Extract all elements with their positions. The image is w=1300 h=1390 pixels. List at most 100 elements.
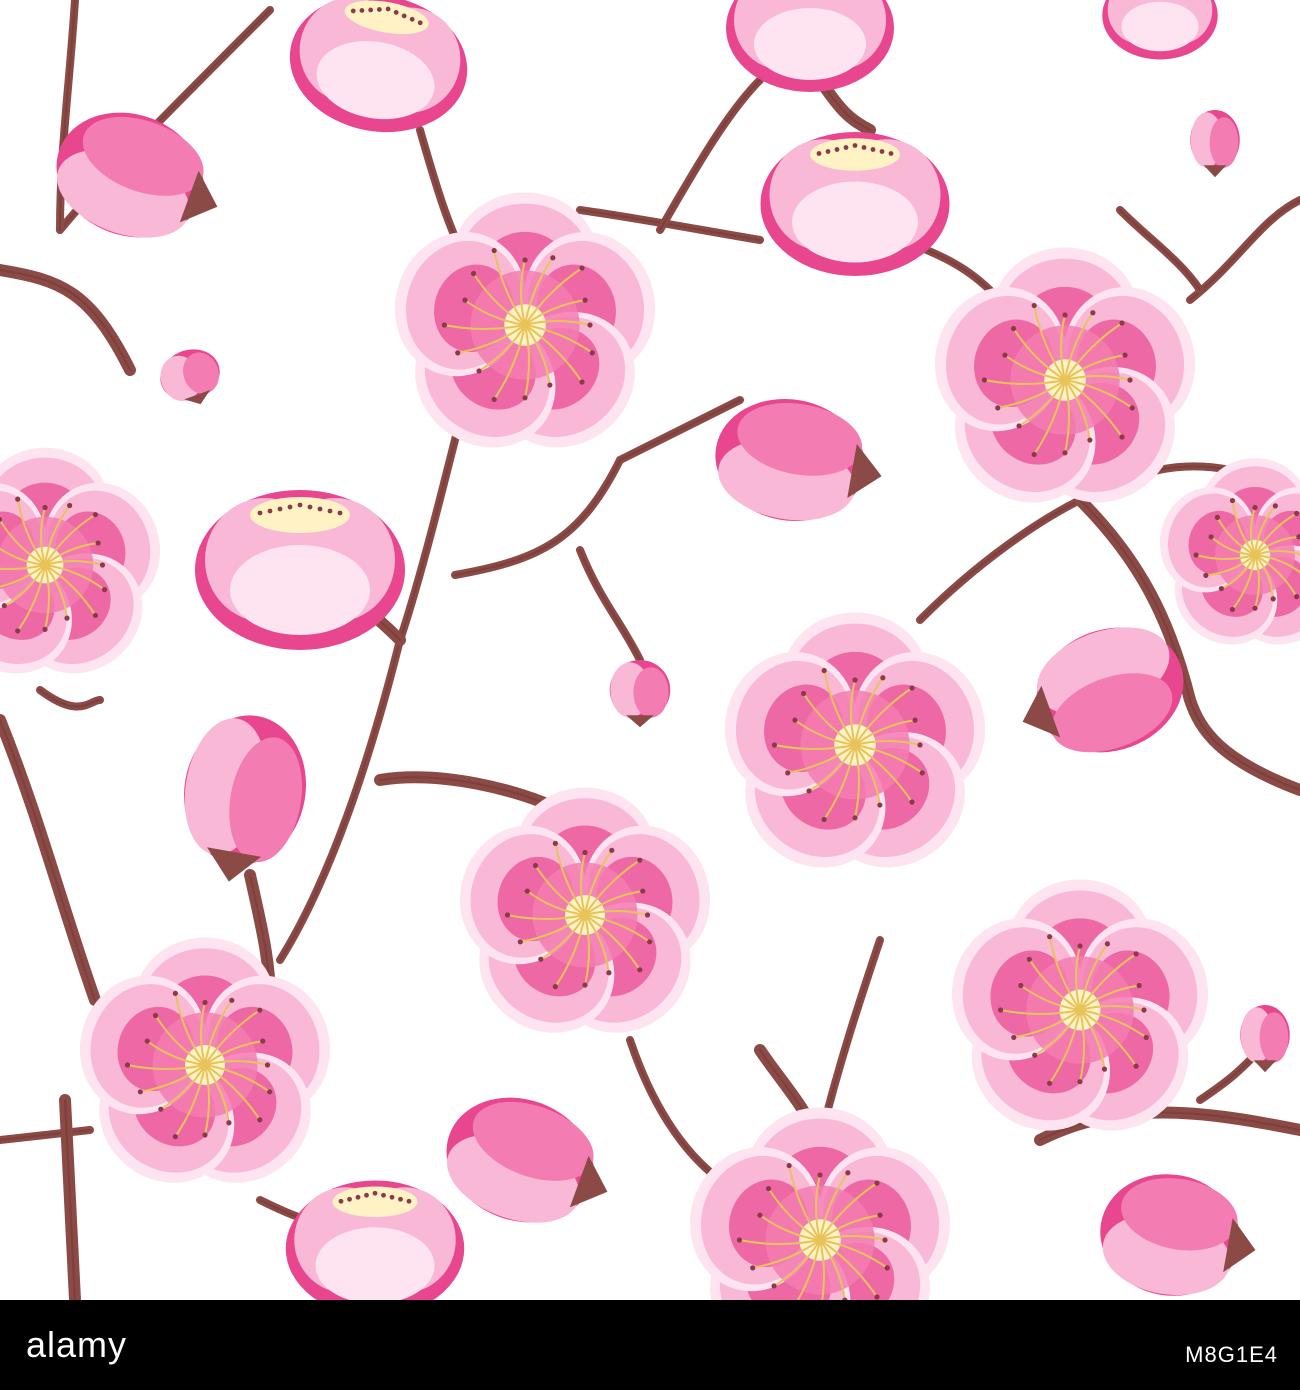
anther (441, 322, 447, 328)
anther (389, 1194, 395, 1200)
anther (347, 1196, 352, 1202)
anther (522, 257, 528, 263)
anther (919, 770, 925, 776)
anther (547, 382, 553, 388)
anther (852, 143, 858, 148)
anther (1141, 1007, 1147, 1013)
anther (852, 677, 858, 683)
anther (15, 628, 21, 634)
anther (647, 939, 653, 945)
anther (1272, 503, 1278, 509)
anther (522, 395, 528, 401)
anther (1, 603, 7, 609)
anther (267, 1089, 273, 1095)
anther (406, 1198, 412, 1204)
anther (821, 667, 827, 674)
anther (981, 377, 987, 383)
anther (1062, 312, 1068, 318)
anther (800, 690, 807, 697)
anther (1087, 437, 1093, 443)
anther (532, 862, 539, 869)
anther (888, 151, 894, 156)
anther (1214, 514, 1220, 520)
anther (398, 1196, 403, 1202)
anther (172, 1134, 178, 1140)
anther (327, 508, 333, 514)
anther (1011, 1034, 1017, 1041)
anther (821, 816, 827, 823)
anther (307, 504, 313, 510)
anther (538, 956, 544, 962)
anther (202, 1132, 208, 1138)
half-open-blossom (760, 132, 950, 276)
anther (1119, 434, 1125, 440)
cup-front (754, 8, 866, 80)
anther (42, 504, 48, 511)
anther (297, 502, 303, 508)
anther (1252, 504, 1258, 511)
anther (264, 1062, 271, 1068)
anther (1136, 982, 1142, 989)
anther (504, 912, 511, 918)
anther (1294, 594, 1300, 600)
anther (792, 717, 798, 723)
stock-image-id: M8G1E4 (1185, 1342, 1278, 1367)
bud-petal (1209, 117, 1239, 168)
anther (42, 626, 48, 632)
anther (736, 1237, 742, 1243)
anther (587, 322, 593, 328)
anther (817, 1172, 823, 1178)
anther (158, 1106, 164, 1112)
bud-petal (633, 667, 669, 718)
anther (1122, 352, 1128, 358)
anther (1031, 302, 1037, 309)
anther (874, 1180, 880, 1186)
cup-front (1121, 1, 1199, 52)
anther (806, 788, 812, 794)
anther (1127, 377, 1133, 383)
cup-front (792, 181, 918, 263)
anther (998, 1007, 1004, 1013)
anther (287, 504, 293, 510)
anther (582, 849, 588, 856)
anther (884, 1265, 890, 1271)
anther (644, 912, 651, 918)
anther (861, 145, 867, 150)
half-open-blossom (195, 490, 405, 650)
blossom-pattern-artwork (0, 0, 1300, 1300)
bud-petal (1259, 1012, 1289, 1063)
anther (771, 1283, 777, 1289)
anther (455, 350, 461, 356)
cup-center (250, 497, 350, 533)
stock-footer-bar: alamy M8G1E4 (0, 1300, 1300, 1390)
anther (1294, 510, 1300, 516)
anther (202, 999, 208, 1006)
anther (874, 1294, 880, 1300)
anther (880, 675, 886, 681)
anther (640, 888, 646, 894)
anther (381, 1192, 386, 1198)
anther (317, 506, 323, 512)
anther (1203, 572, 1209, 578)
anther (1229, 606, 1236, 613)
anther (355, 1194, 361, 1200)
anther (1090, 310, 1096, 316)
anther (909, 799, 915, 805)
anther (462, 297, 468, 303)
anther (15, 496, 21, 502)
blossom-pattern-svg (0, 0, 1300, 1300)
anther (879, 149, 885, 154)
anther (257, 1117, 263, 1123)
anther (124, 1062, 131, 1068)
anther (771, 742, 777, 748)
anther (524, 888, 530, 894)
anther (834, 147, 840, 152)
anther (917, 742, 923, 748)
anther (909, 685, 915, 691)
anther (491, 396, 497, 403)
anther (870, 147, 876, 152)
anther (491, 247, 497, 254)
anther (337, 510, 343, 516)
anther (1143, 1034, 1149, 1041)
anther (1133, 1063, 1139, 1069)
